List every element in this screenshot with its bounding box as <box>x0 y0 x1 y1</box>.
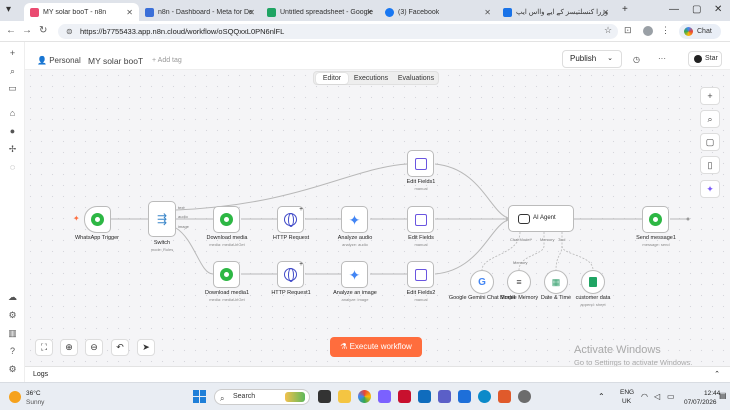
zoom-in-button[interactable]: ⊕ <box>60 339 78 356</box>
file-explorer-icon[interactable] <box>338 390 351 403</box>
download-media1-node[interactable] <box>213 261 240 288</box>
wifi-icon[interactable]: ◠ <box>641 392 648 401</box>
language[interactable]: ENG <box>620 389 634 396</box>
activate-windows-title: Activate Windows <box>574 344 661 356</box>
database-icon: ≡ <box>516 277 522 287</box>
edit-fields-node[interactable] <box>407 206 434 233</box>
date-time-node[interactable]: ▦ <box>544 270 568 294</box>
node-label: customer data <box>575 295 611 301</box>
chrome-icon[interactable] <box>358 390 371 403</box>
robot-icon <box>518 214 530 224</box>
svg-text:✦: ✦ <box>73 214 80 223</box>
edit-pen-icon <box>414 268 427 281</box>
sun-icon <box>9 391 21 403</box>
node-subtitle: manual <box>414 186 428 191</box>
whatsapp-icon <box>220 268 233 281</box>
switch-node[interactable]: ⇶ <box>148 201 176 237</box>
node-label: Edit Fields1 <box>406 179 436 185</box>
zoom-out-button[interactable]: ⊖ <box>85 339 103 356</box>
temperature: 36°C <box>26 390 41 397</box>
flask-icon: ⚗ <box>340 342 348 351</box>
whatsapp-trigger-node[interactable] <box>84 206 111 233</box>
outlook-icon[interactable] <box>418 390 431 403</box>
gemini-chat-model-node[interactable]: G <box>470 270 494 294</box>
node-subtitle: manual <box>414 242 428 247</box>
add-input-icon[interactable]: + <box>298 262 304 268</box>
clock-date: 07/07/2026 <box>684 399 717 406</box>
node-subtitle: media: mediaUrlGet <box>209 242 245 247</box>
globe-icon <box>284 213 297 227</box>
taskbar-search-input[interactable]: ⌕ Search <box>214 389 310 405</box>
node-subtitle: media: mediaUrlGet <box>209 297 245 302</box>
whatsapp-icon <box>649 213 662 226</box>
send-message-node[interactable] <box>642 206 669 233</box>
analyze-audio-node[interactable]: ✦ <box>341 206 368 233</box>
execute-workflow-button[interactable]: ⚗ Execute workflow <box>330 337 422 357</box>
chevron-up-icon[interactable]: ⌃ <box>714 367 720 383</box>
edge-icon[interactable] <box>478 390 491 403</box>
switch-icon: ⇶ <box>156 212 168 226</box>
analyze-image-node[interactable]: ✦ <box>341 261 368 288</box>
ai-agent-node[interactable]: AI Agent <box>508 205 574 232</box>
google-icon: G <box>478 276 486 288</box>
port-tool: Tool <box>558 237 566 242</box>
app-icon[interactable] <box>498 390 511 403</box>
calendar-icon: ▦ <box>551 276 561 287</box>
search-icon: ⌕ <box>220 394 225 403</box>
copilot-icon[interactable] <box>378 390 391 403</box>
add-input-icon[interactable]: + <box>298 207 304 213</box>
customer-data-node[interactable] <box>581 270 605 294</box>
battery-icon[interactable]: ▭ <box>667 392 675 401</box>
whatsapp-icon <box>220 213 233 226</box>
globe-icon <box>284 268 297 282</box>
cursor-tool-button[interactable]: ➤ <box>137 339 155 356</box>
edit-pen-icon <box>414 213 427 226</box>
gemini-icon: ✦ <box>348 266 361 283</box>
node-label: Send message1 <box>636 235 676 241</box>
whatsapp-icon <box>91 213 104 226</box>
port-chat-model: Chat Model* <box>510 237 533 242</box>
undo-button[interactable]: ↶ <box>111 339 129 356</box>
notifications-icon[interactable]: ▤ <box>719 391 727 400</box>
weather-condition: Sunny <box>26 399 45 406</box>
fit-view-button[interactable]: ⛶ <box>35 339 53 356</box>
gemini-icon: ✦ <box>348 211 361 228</box>
node-label: Edit Fields <box>408 235 434 241</box>
task-view-icon[interactable] <box>318 390 331 403</box>
clock-time: 12:44 <box>704 390 721 397</box>
edit-fields2-node[interactable] <box>407 261 434 288</box>
windows-start-icon[interactable] <box>193 390 206 403</box>
search-highlight-icon <box>285 392 305 402</box>
node-subtitle: message: send <box>642 242 670 247</box>
word-icon[interactable] <box>458 390 471 403</box>
sheets-icon <box>589 277 597 287</box>
settings-app-icon[interactable] <box>518 390 531 403</box>
store-icon[interactable] <box>398 390 411 403</box>
teams-icon[interactable] <box>438 390 451 403</box>
port-memory: Memory <box>540 237 555 242</box>
tray-chevron-icon[interactable]: ⌃ <box>598 392 605 401</box>
edit-fields1-node[interactable] <box>407 150 434 177</box>
logs-bar[interactable]: Logs ⌃ <box>25 366 730 382</box>
node-subtitle: mode: Rules <box>150 247 174 252</box>
simple-memory-node[interactable]: ≡ <box>507 270 531 294</box>
edit-pen-icon <box>414 157 427 170</box>
region: UK <box>622 398 632 405</box>
download-media-node[interactable] <box>213 206 240 233</box>
node-subtitle: append: sheet <box>580 302 606 307</box>
volume-icon[interactable]: ◁ <box>654 392 660 401</box>
